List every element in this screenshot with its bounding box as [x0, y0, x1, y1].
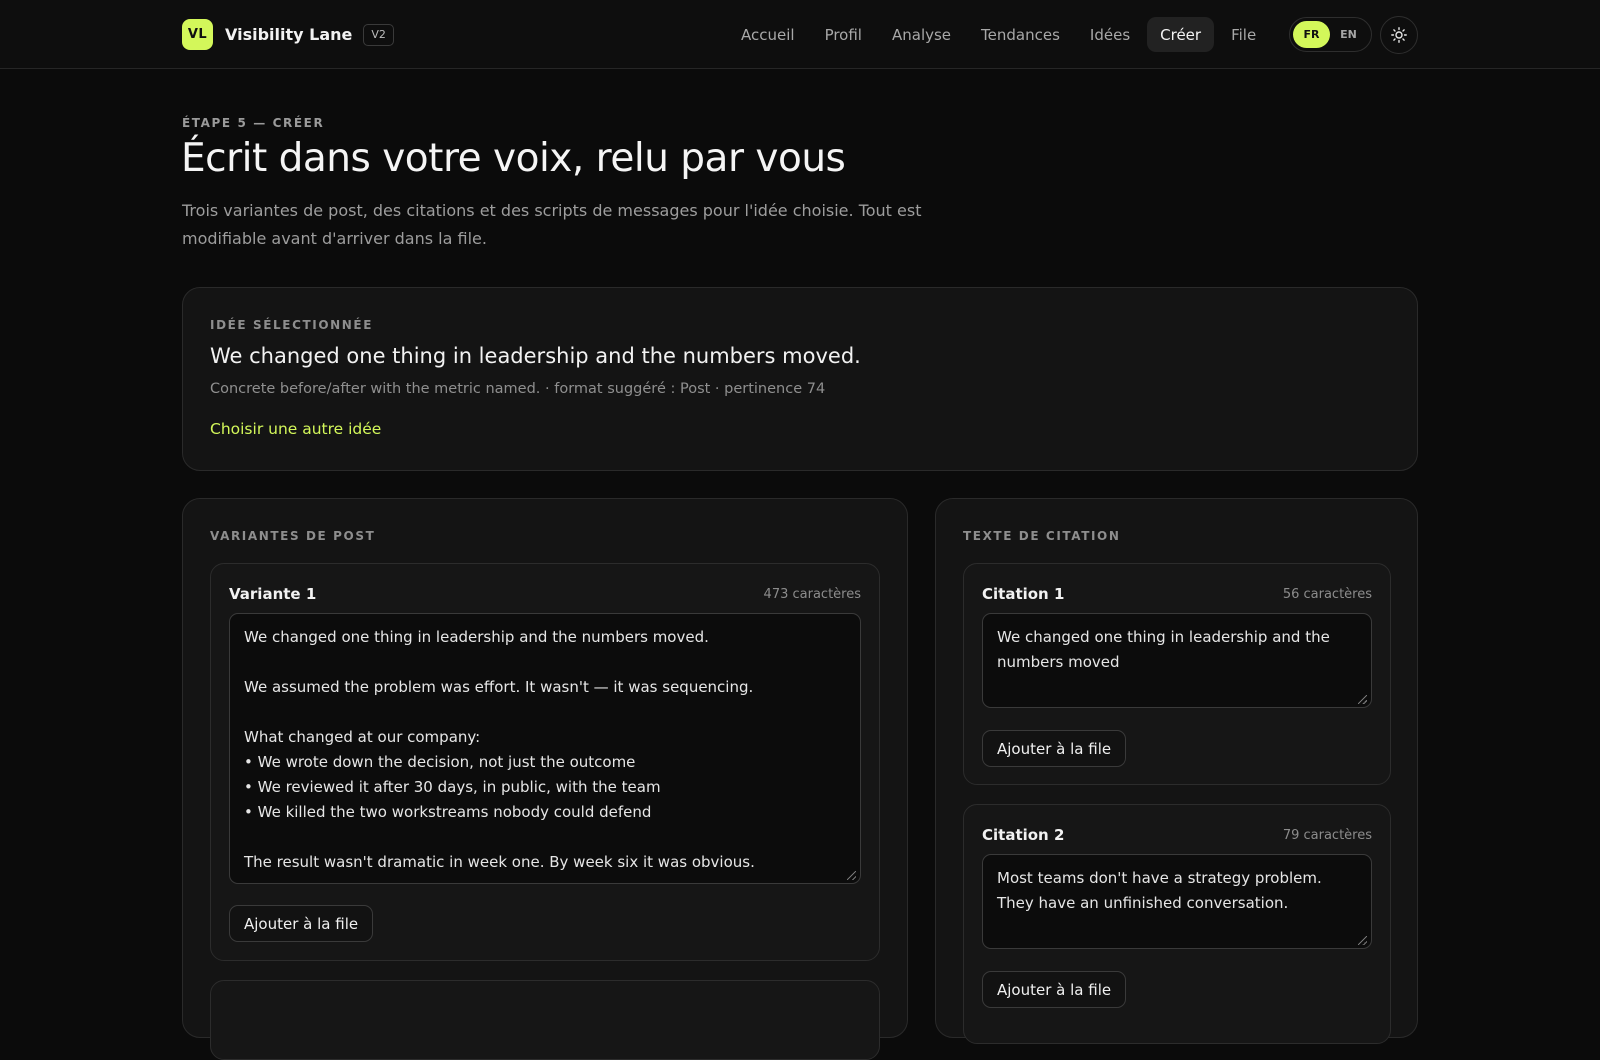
quote-char-count: 56 caractères: [1282, 586, 1372, 602]
page-title: Écrit dans votre voix, relu par vous: [181, 136, 846, 181]
variant-card: Variante 1 473 caractères We changed one…: [210, 563, 880, 961]
variant-text-editor[interactable]: We changed one thing in leadership and t…: [229, 613, 861, 884]
quote-text-label: TEXTE DE CITATION: [963, 529, 1121, 543]
resize-handle-icon[interactable]: [1358, 695, 1367, 704]
brand[interactable]: VL Visibility Lane V2: [182, 19, 394, 50]
selected-idea-title: We changed one thing in leadership and t…: [210, 344, 861, 368]
brand-name: Visibility Lane: [225, 25, 353, 44]
nav-item-idees[interactable]: Idées: [1077, 17, 1143, 52]
quote-text-editor[interactable]: We changed one thing in leadership and t…: [982, 613, 1372, 708]
language-option-fr[interactable]: FR: [1293, 21, 1330, 48]
resize-handle-icon[interactable]: [1358, 936, 1367, 945]
nav-item-file[interactable]: File: [1218, 17, 1269, 52]
variant-title: Variante 1: [229, 585, 317, 603]
language-toggle: FR EN: [1289, 17, 1372, 52]
nav-item-creer[interactable]: Créer: [1147, 17, 1215, 52]
quote-title: Citation 1: [982, 585, 1065, 603]
top-bar: VL Visibility Lane V2 Accueil Profil Ana…: [0, 0, 1600, 69]
post-variants-label: VARIANTES DE POST: [210, 529, 376, 543]
variant-card: [210, 980, 880, 1060]
selected-idea-label: IDÉE SÉLECTIONNÉE: [210, 318, 374, 332]
resize-handle-icon[interactable]: [847, 871, 856, 880]
nav-item-tendances[interactable]: Tendances: [968, 17, 1073, 52]
brand-logo: VL: [182, 19, 213, 50]
nav-item-accueil[interactable]: Accueil: [728, 17, 808, 52]
selected-idea-card: IDÉE SÉLECTIONNÉE We changed one thing i…: [182, 287, 1418, 471]
sun-icon: [1391, 27, 1407, 43]
variant-char-count: 473 caractères: [763, 586, 861, 602]
page-subtitle: Trois variantes de post, des citations e…: [182, 201, 922, 248]
main-nav: Accueil Profil Analyse Tendances Idées C…: [728, 17, 1273, 52]
nav-item-profil[interactable]: Profil: [812, 17, 875, 52]
language-option-en[interactable]: EN: [1330, 21, 1367, 48]
quote-text-card: TEXTE DE CITATION Citation 1 56 caractèr…: [935, 498, 1418, 1044]
quote-title: Citation 2: [982, 826, 1065, 844]
add-to-queue-button[interactable]: Ajouter à la file: [229, 905, 374, 942]
nav-item-analyse[interactable]: Analyse: [879, 17, 964, 52]
choose-another-idea-link[interactable]: Choisir une autre idée: [210, 420, 381, 438]
post-variants-card: VARIANTES DE POST Variante 1 473 caractè…: [182, 498, 908, 1060]
quote-card: Citation 2 79 caractères Most teams don'…: [963, 804, 1391, 1044]
add-to-queue-button[interactable]: Ajouter à la file: [982, 971, 1127, 1008]
theme-toggle-button[interactable]: [1380, 16, 1418, 54]
quote-card: Citation 1 56 caractères We changed one …: [963, 563, 1391, 785]
add-to-queue-button[interactable]: Ajouter à la file: [982, 730, 1127, 767]
quote-char-count: 79 caractères: [1282, 827, 1372, 843]
selected-idea-meta: Concrete before/after with the metric na…: [210, 381, 826, 397]
quote-text-editor[interactable]: Most teams don't have a strategy problem…: [982, 854, 1372, 949]
step-eyebrow: ÉTAPE 5 — CRÉER: [182, 116, 325, 130]
version-badge: V2: [363, 23, 394, 46]
